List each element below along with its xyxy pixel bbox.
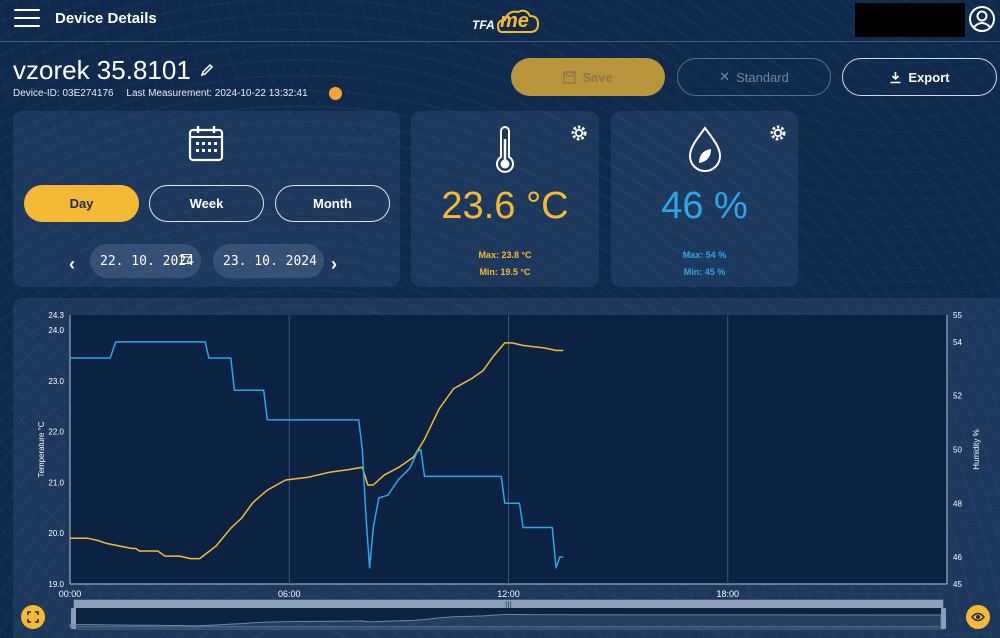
temperature-value: 23.6 °C bbox=[441, 185, 569, 227]
device-meta: Device-ID: 03E274176 Last Measurement: 2… bbox=[13, 88, 318, 99]
hamburger-icon[interactable] bbox=[14, 9, 40, 29]
chart-panel: 00:00 06:00 12:00 18:00 19.0 20.0 21.0 22.0 23.0… bbox=[13, 298, 1000, 638]
date-from-input[interactable]: 22. 10. 2024 bbox=[90, 244, 201, 278]
device-id: Device-ID: 03E274176 bbox=[13, 88, 114, 99]
temperature-humidity-chart[interactable]: 00:00 06:00 12:00 18:00 19.0 20.0 21.0 22.0 23.0… bbox=[13, 298, 1000, 638]
eye-button[interactable] bbox=[966, 605, 990, 629]
pencil-icon[interactable] bbox=[200, 63, 214, 77]
range-month-button[interactable]: Month bbox=[275, 185, 390, 222]
y-right-tick-label: 55 bbox=[953, 311, 962, 320]
x-tick-label: 06:00 bbox=[278, 589, 301, 599]
temperature-card: 23.6 °C Max: 23.8 °C Min: 19.5 °C bbox=[411, 111, 599, 287]
user-icon[interactable] bbox=[968, 5, 996, 33]
tfa-me-logo: TFA me bbox=[472, 2, 542, 38]
humidity-card: 46 % Max: 54 % Min: 45 % bbox=[611, 111, 798, 287]
export-label: Export bbox=[908, 69, 950, 85]
range-day-button[interactable]: Day bbox=[24, 185, 139, 222]
navigator-handle-right bbox=[941, 608, 946, 629]
expand-icon bbox=[27, 611, 39, 623]
x-tick-label: 18:00 bbox=[716, 589, 739, 599]
page-title: Device Details bbox=[55, 10, 157, 27]
calendar-icon bbox=[188, 126, 224, 162]
logo-tfa-text: TFA bbox=[472, 18, 495, 32]
y-right-tick-label: 45 bbox=[953, 580, 962, 589]
close-icon: ✕ bbox=[719, 69, 731, 84]
y-right-axis-label: Humidity % bbox=[972, 429, 981, 469]
export-button[interactable]: Export bbox=[842, 58, 997, 96]
save-icon bbox=[563, 70, 577, 84]
y-left-tick-label: 24.3 bbox=[48, 311, 64, 320]
temperature-max: Max: 23.8 °C bbox=[478, 250, 532, 260]
humidity-max: Max: 54 % bbox=[682, 250, 727, 260]
redacted-area bbox=[855, 3, 965, 37]
y-right-tick-label: 48 bbox=[953, 499, 962, 508]
y-right-tick-label: 52 bbox=[953, 392, 962, 401]
chevron-left-icon[interactable]: ‹ bbox=[69, 254, 75, 275]
y-right-tick-label: 46 bbox=[953, 553, 962, 562]
thermometer-icon bbox=[496, 126, 514, 173]
device-name: vzorek 35.8101 bbox=[13, 55, 191, 85]
expand-button[interactable] bbox=[21, 605, 45, 629]
y-right-tick-label: 54 bbox=[953, 338, 962, 347]
x-tick-label: 00:00 bbox=[59, 589, 82, 599]
date-range-card: Day Week Month ‹ 22. 10. 2024 23. 10. 20… bbox=[13, 111, 400, 287]
logo-me-text: me bbox=[500, 10, 529, 32]
top-bar: Device Details TFA me bbox=[0, 0, 1000, 42]
save-label: Save bbox=[582, 69, 613, 85]
range-week-button[interactable]: Week bbox=[149, 185, 264, 222]
y-left-tick-label: 19.0 bbox=[48, 580, 64, 589]
last-measurement: Last Measurement: 2024-10-22 13:32:41 bbox=[126, 88, 308, 99]
y-left-tick-label: 21.0 bbox=[48, 478, 64, 487]
y-right-tick-label: 50 bbox=[953, 446, 962, 455]
chevron-right-icon[interactable]: › bbox=[331, 254, 337, 275]
y-left-tick-label: 20.0 bbox=[48, 529, 64, 538]
calendar-small-icon[interactable] bbox=[181, 253, 192, 264]
date-to-value: 23. 10. 2024 bbox=[223, 253, 317, 269]
y-left-axis-label: Temperature °C bbox=[37, 421, 46, 477]
alert-icon[interactable] bbox=[329, 87, 342, 100]
drop-icon bbox=[688, 126, 722, 172]
y-left-tick-label: 22.0 bbox=[48, 428, 64, 437]
eye-icon bbox=[971, 612, 985, 622]
y-left-tick-label: 23.0 bbox=[48, 377, 64, 386]
date-from-value: 22. 10. 2024 bbox=[100, 253, 194, 269]
navigator-grip: ||| bbox=[505, 601, 512, 609]
download-icon bbox=[890, 71, 901, 83]
x-tick-label: 12:00 bbox=[497, 589, 520, 599]
save-button[interactable]: Save bbox=[511, 58, 665, 96]
gear-icon[interactable] bbox=[569, 123, 589, 143]
date-to-input[interactable]: 23. 10. 2024 bbox=[213, 244, 324, 278]
humidity-value: 46 % bbox=[661, 185, 748, 227]
y-left-tick-label: 24.0 bbox=[48, 326, 64, 335]
temperature-min: Min: 19.5 °C bbox=[479, 267, 531, 277]
standard-label: Standard bbox=[736, 69, 789, 85]
standard-button[interactable]: ✕ Standard bbox=[677, 58, 831, 96]
humidity-min: Min: 45 % bbox=[683, 267, 726, 277]
gear-icon[interactable] bbox=[768, 123, 788, 143]
